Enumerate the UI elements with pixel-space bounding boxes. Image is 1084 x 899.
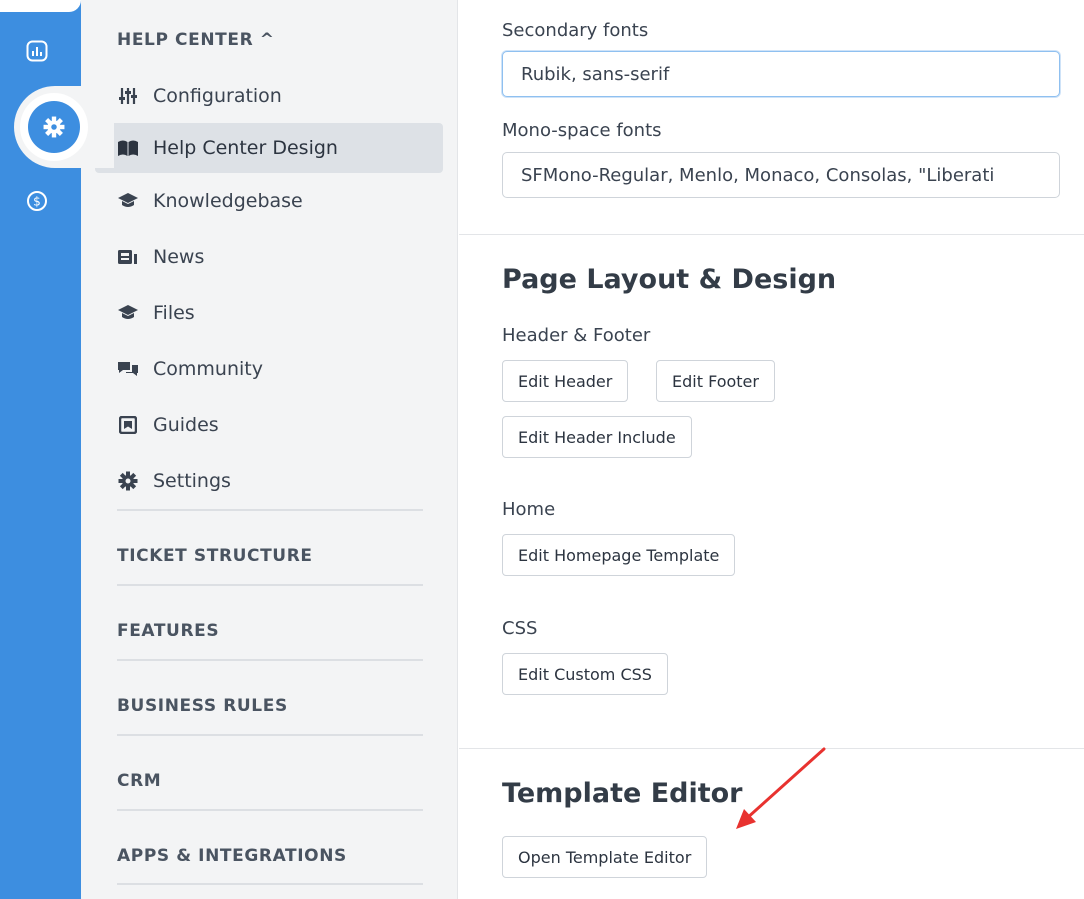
sidebar-item-configuration[interactable]: Configuration bbox=[95, 71, 443, 121]
gear-icon bbox=[117, 470, 139, 492]
annotation-arrow bbox=[736, 747, 826, 829]
home-label: Home bbox=[502, 499, 556, 520]
book-icon bbox=[117, 414, 139, 436]
sidebar-divider bbox=[117, 659, 423, 661]
section-ticket-structure[interactable]: TICKET STRUCTURE bbox=[117, 546, 313, 566]
section-crm[interactable]: CRM bbox=[117, 771, 161, 791]
section-business-rules[interactable]: BUSINESS RULES bbox=[117, 696, 288, 716]
mono-fonts-label: Mono-space fonts bbox=[502, 120, 662, 141]
section-features[interactable]: FEATURES bbox=[117, 621, 219, 641]
sidebar-item-label: Help Center Design bbox=[153, 137, 338, 159]
edit-header-include-button[interactable]: Edit Header Include bbox=[502, 416, 692, 458]
css-label: CSS bbox=[502, 618, 538, 639]
sidebar-divider bbox=[117, 809, 423, 811]
sidebar-item-help-center-design[interactable]: Help Center Design bbox=[95, 123, 443, 173]
header-footer-label: Header & Footer bbox=[502, 325, 651, 346]
gear-icon[interactable] bbox=[28, 101, 80, 153]
book-open-icon bbox=[117, 137, 139, 159]
sidebar-item-label: Files bbox=[153, 302, 195, 324]
sidebar-divider bbox=[117, 584, 423, 586]
sidebar-item-settings[interactable]: Settings bbox=[95, 456, 443, 506]
edit-header-button[interactable]: Edit Header bbox=[502, 360, 629, 402]
sidebar-item-knowledgebase[interactable]: Knowledgebase bbox=[95, 176, 443, 226]
sidebar-item-news[interactable]: News bbox=[95, 232, 443, 282]
mono-fonts-input[interactable]: SFMono-Regular, Menlo, Monaco, Consolas,… bbox=[502, 152, 1060, 198]
secondary-fonts-input[interactable]: Rubik, sans-serif bbox=[502, 51, 1060, 97]
sidebar-item-label: Community bbox=[153, 358, 263, 380]
edit-homepage-template-button[interactable]: Edit Homepage Template bbox=[502, 534, 736, 576]
chat-bubbles-icon bbox=[117, 358, 139, 380]
bar-chart-icon[interactable] bbox=[26, 40, 48, 62]
help-center-header[interactable]: HELP CENTER ^ bbox=[117, 30, 275, 50]
section-apps-integrations[interactable]: APPS & INTEGRATIONS bbox=[117, 846, 347, 866]
sidebar-item-label: Guides bbox=[153, 414, 219, 436]
svg-text:$: $ bbox=[33, 195, 41, 209]
sliders-icon bbox=[117, 85, 139, 107]
dollar-icon[interactable]: $ bbox=[26, 190, 48, 212]
sidebar-item-guides[interactable]: Guides bbox=[95, 400, 443, 450]
page-layout-title: Page Layout & Design bbox=[502, 264, 837, 295]
sidebar-item-label: News bbox=[153, 246, 205, 268]
edit-custom-css-button[interactable]: Edit Custom CSS bbox=[502, 653, 668, 695]
graduation-cap-icon bbox=[117, 190, 139, 212]
sidebar-item-label: Knowledgebase bbox=[153, 190, 303, 212]
sidebar-item-label: Settings bbox=[153, 470, 231, 492]
graduation-cap-icon bbox=[117, 302, 139, 324]
secondary-fonts-label: Secondary fonts bbox=[502, 20, 649, 41]
rail-corner bbox=[0, 0, 81, 12]
secondary-sidebar: HELP CENTER ^ Configuration Help Center … bbox=[81, 0, 458, 899]
rail-active-circle bbox=[20, 93, 88, 161]
section-divider bbox=[459, 234, 1084, 235]
edit-footer-button[interactable]: Edit Footer bbox=[656, 360, 775, 402]
sidebar-item-files[interactable]: Files bbox=[95, 288, 443, 338]
sidebar-divider bbox=[117, 509, 423, 511]
sidebar-divider bbox=[117, 734, 423, 736]
template-editor-title: Template Editor bbox=[502, 778, 743, 809]
sidebar-item-community[interactable]: Community bbox=[95, 344, 443, 394]
newspaper-icon bbox=[117, 246, 139, 268]
sidebar-item-label: Configuration bbox=[153, 85, 282, 107]
open-template-editor-button[interactable]: Open Template Editor bbox=[502, 836, 708, 878]
sidebar-divider bbox=[117, 883, 423, 885]
